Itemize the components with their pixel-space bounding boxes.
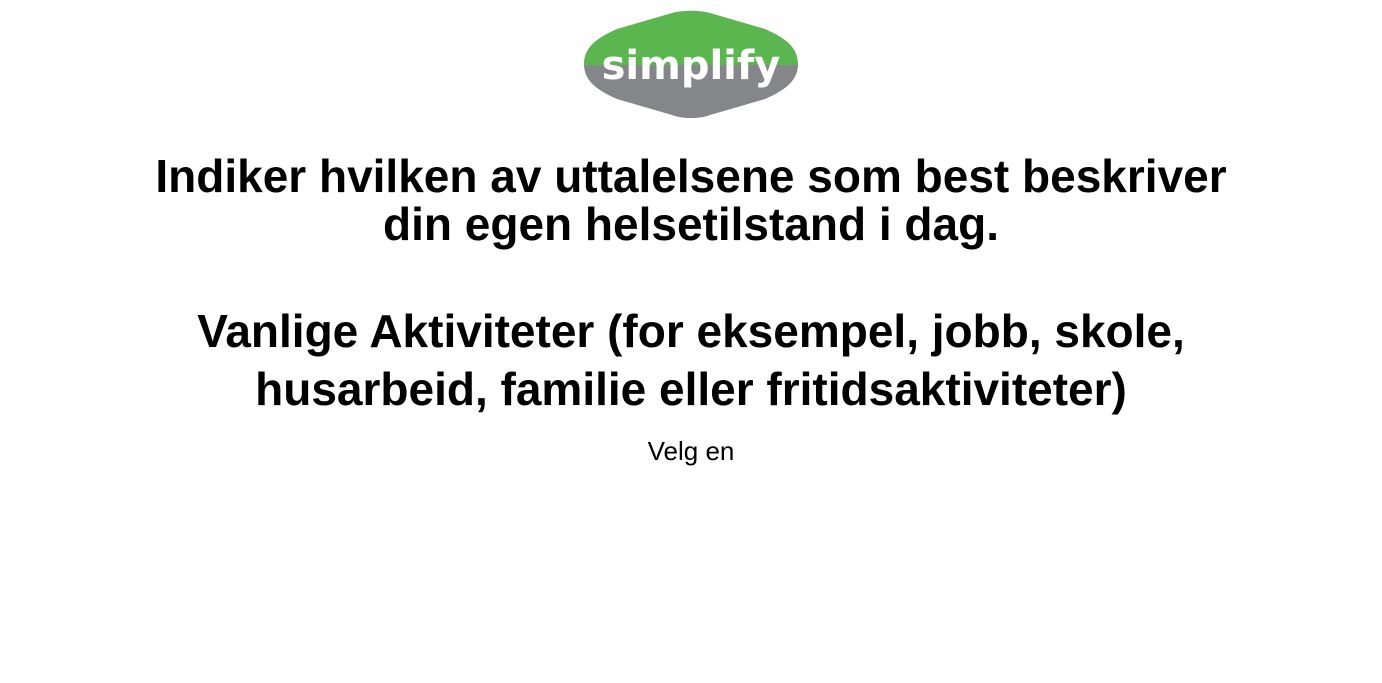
instruction-line-2: din egen helsetilstand i dag.: [383, 198, 999, 250]
question-instruction: Indiker hvilken av uttalelsene som best …: [40, 152, 1342, 248]
question-category: Vanlige Aktiviteter (for eksempel, jobb,…: [40, 302, 1342, 418]
category-line-1: Vanlige Aktiviteter (for eksempel, jobb,…: [197, 305, 1185, 357]
simplify-logo: simplify: [582, 9, 800, 121]
logo-wordmark: simplify: [602, 43, 781, 89]
category-line-2: husarbeid, familie eller fritidsaktivite…: [255, 363, 1127, 415]
instruction-line-1: Indiker hvilken av uttalelsene som best …: [155, 150, 1227, 202]
select-one-hint: Velg en: [647, 436, 735, 466]
survey-page: simplify Indiker hvilken av uttalelsene …: [0, 0, 1382, 683]
